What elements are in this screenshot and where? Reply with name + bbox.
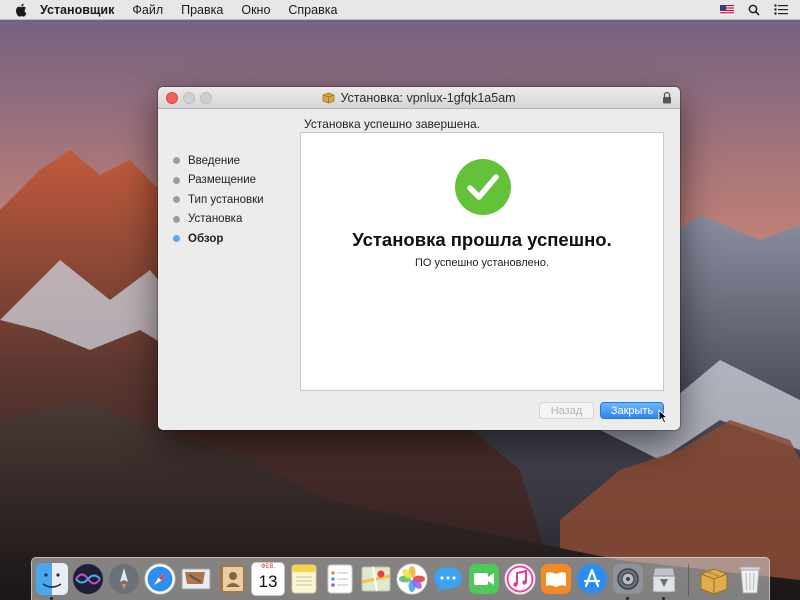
contacts-icon[interactable] (215, 562, 249, 596)
ibooks-icon[interactable] (539, 562, 573, 596)
back-button[interactable]: Назад (539, 402, 594, 419)
step-label: Установка (188, 213, 243, 226)
menu-file[interactable]: Файл (123, 0, 172, 20)
window-title: Установка: vpnlux-1gfqk1a5am (340, 91, 516, 105)
step-bullet-icon (173, 215, 180, 223)
step-installation-type: Тип установки (173, 190, 264, 210)
notification-center-icon[interactable] (774, 4, 788, 15)
step-bullet-icon (173, 157, 180, 165)
step-label: Обзор (188, 232, 224, 245)
installer-icon[interactable] (647, 562, 681, 596)
itunes-icon[interactable] (503, 562, 537, 596)
success-title: Установка прошла успешно. (352, 229, 612, 250)
calendar-icon[interactable]: ФЕВ. 13 (251, 562, 285, 596)
siri-icon[interactable] (71, 562, 105, 596)
photos-icon[interactable] (395, 562, 429, 596)
menu-bar: Установщик Файл Правка Окно Справка (0, 0, 800, 20)
package-icon (323, 92, 335, 104)
menu-help[interactable]: Справка (279, 0, 346, 20)
maps-icon[interactable] (359, 562, 393, 596)
step-installation: Установка (173, 210, 264, 230)
step-label: Введение (188, 154, 241, 167)
step-label: Размещение (188, 174, 257, 187)
system-preferences-icon[interactable] (611, 562, 645, 596)
mouse-pointer-icon (658, 409, 668, 424)
menu-edit[interactable]: Правка (172, 0, 232, 20)
installer-steps-list: Введение Размещение Тип установки Устано… (173, 151, 264, 249)
calendar-day: 13 (258, 572, 278, 591)
spotlight-search-icon[interactable] (748, 4, 760, 16)
step-bullet-active-icon (173, 235, 180, 243)
installer-window: Установка: vpnlux-1gfqk1a5am Установка у… (158, 87, 680, 430)
success-subtitle: ПО успешно установлено. (414, 257, 550, 269)
window-titlebar[interactable]: Установка: vpnlux-1gfqk1a5am (158, 87, 680, 109)
us-flag-input-source-icon[interactable] (720, 4, 734, 15)
trash-icon[interactable] (733, 562, 767, 596)
step-label: Тип установки (188, 193, 264, 206)
apple-menu-icon[interactable] (10, 3, 32, 17)
menu-app-name[interactable]: Установщик (32, 0, 123, 20)
step-introduction: Введение (173, 151, 264, 171)
messages-icon[interactable] (431, 562, 465, 596)
menu-window[interactable]: Окно (232, 0, 279, 20)
dock-separator (688, 564, 689, 596)
calendar-month: ФЕВ. (260, 564, 276, 570)
dock: ФЕВ. 13 (31, 557, 770, 600)
launchpad-icon[interactable] (107, 562, 141, 596)
success-checkmark-icon (455, 159, 511, 215)
facetime-icon[interactable] (467, 562, 501, 596)
notes-icon[interactable] (287, 562, 321, 596)
step-bullet-icon (173, 176, 180, 184)
step-summary: Обзор (173, 229, 264, 249)
downloads-icon[interactable] (697, 562, 731, 596)
mail-icon[interactable] (179, 562, 213, 596)
finder-icon[interactable] (35, 562, 69, 596)
step-destination: Размещение (173, 171, 264, 191)
close-button[interactable]: Закрыть (600, 402, 664, 419)
safari-icon[interactable] (143, 562, 177, 596)
installer-content-panel: Установка прошла успешно. ПО успешно уст… (300, 132, 664, 391)
app-store-icon[interactable] (575, 562, 609, 596)
reminders-icon[interactable] (323, 562, 357, 596)
step-bullet-icon (173, 196, 180, 204)
installer-heading: Установка успешно завершена. (304, 117, 481, 131)
lock-icon[interactable] (662, 91, 672, 104)
